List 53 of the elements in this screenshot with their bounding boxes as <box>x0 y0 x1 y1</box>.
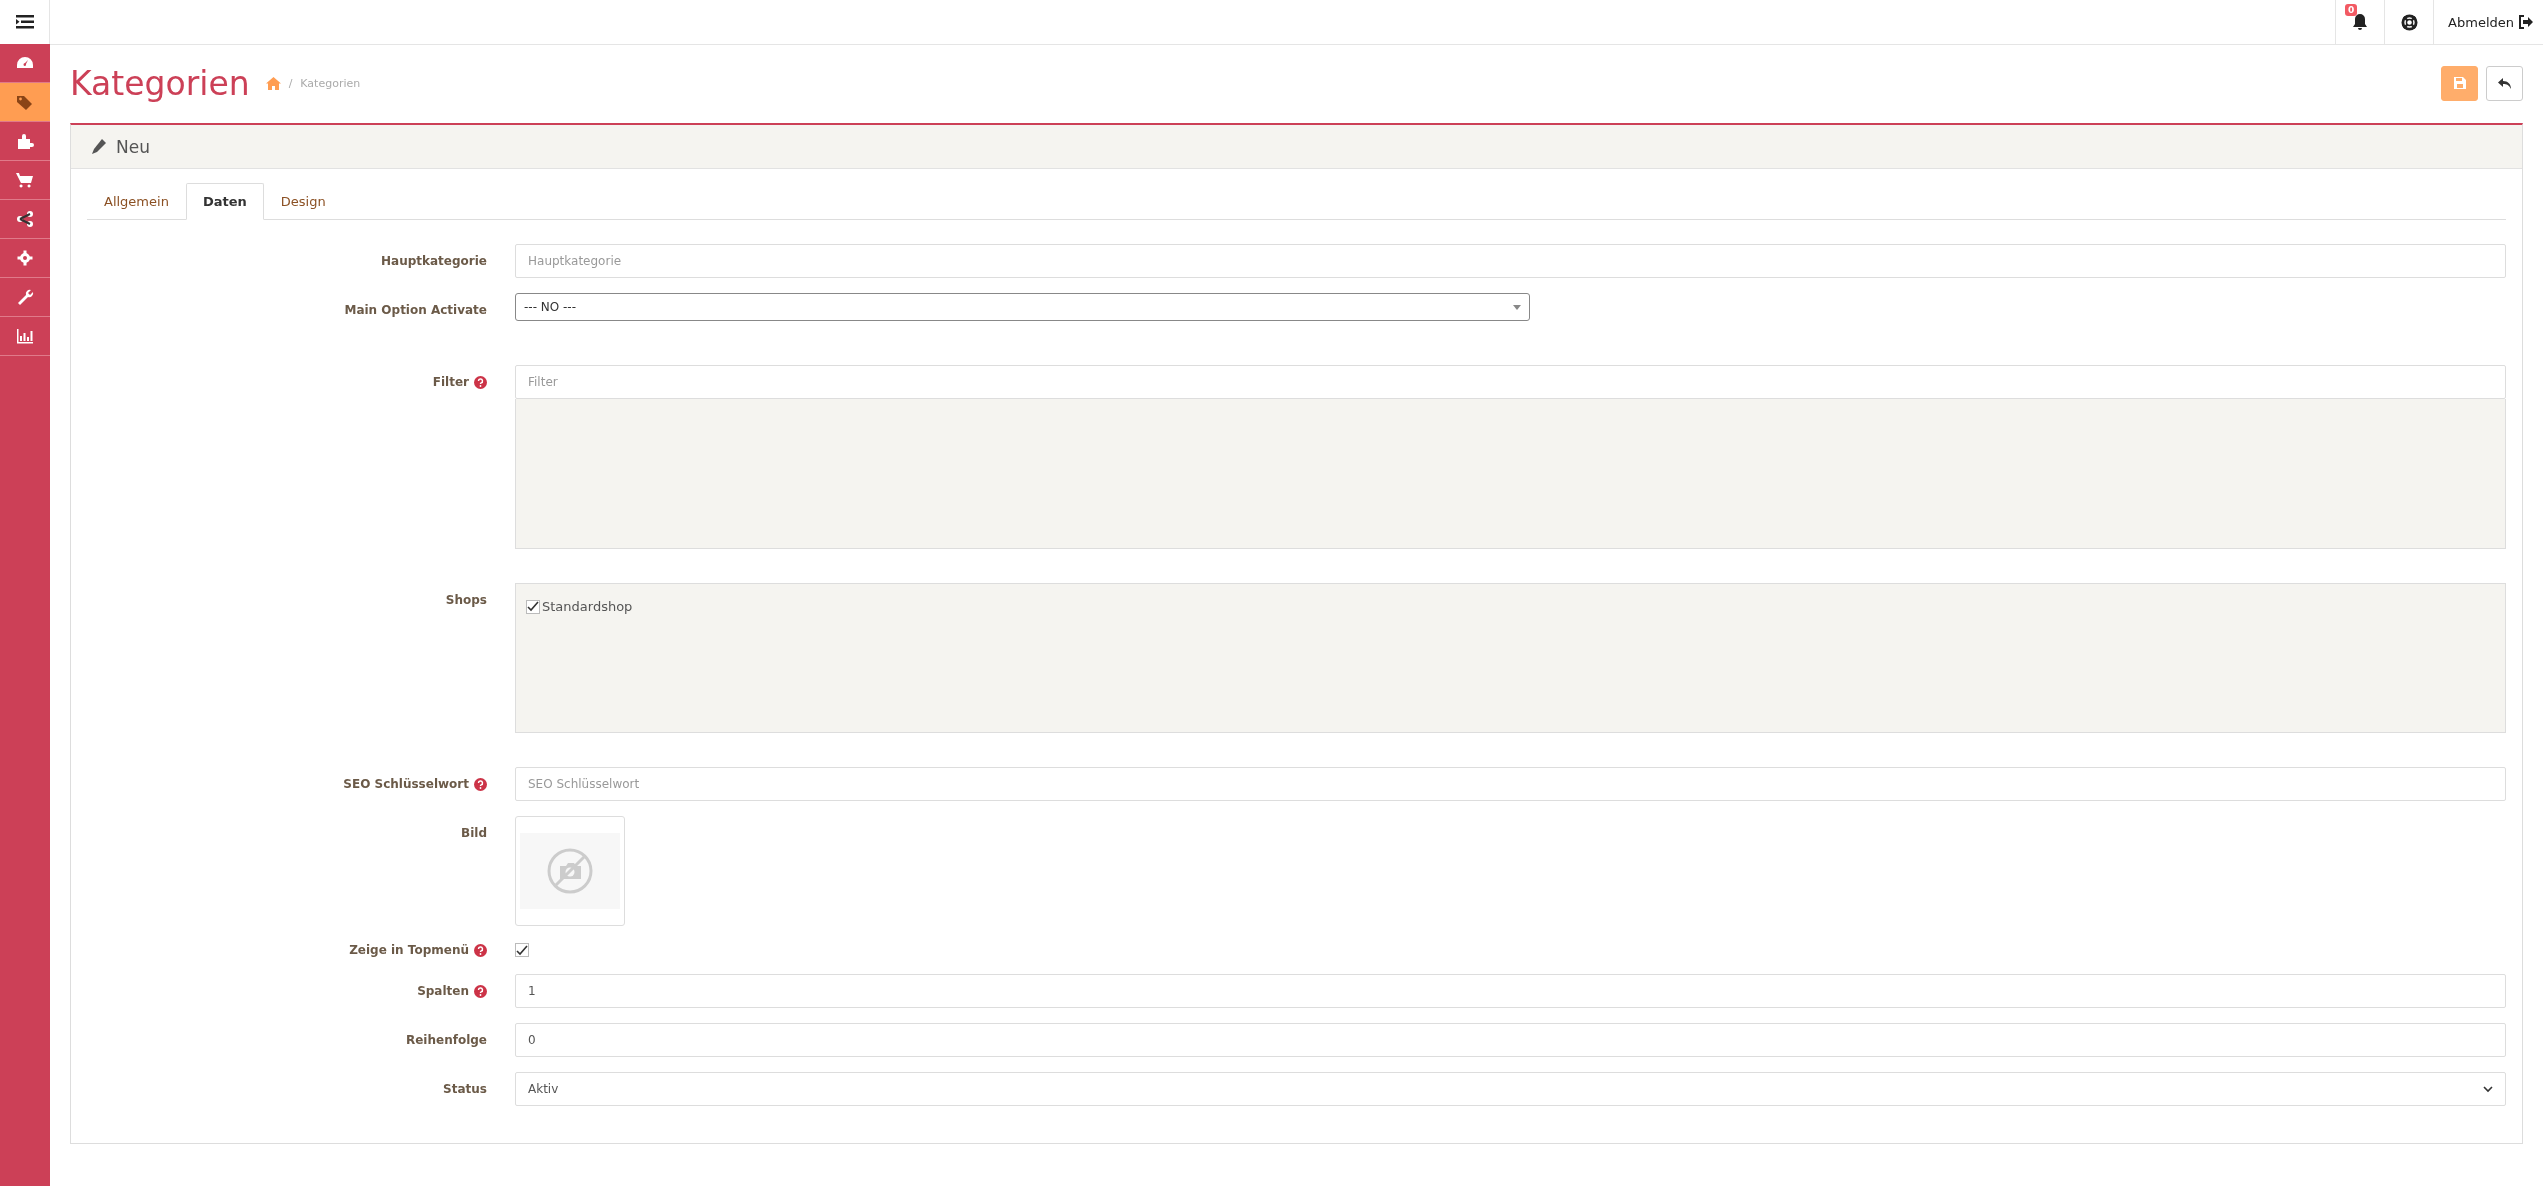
help-icon[interactable] <box>474 984 487 998</box>
page-title: Kategorien <box>70 63 250 103</box>
chevron-icon <box>2483 1085 2493 1093</box>
field-label: Hauptkategorie <box>381 254 487 268</box>
sidebar-item[interactable] <box>0 83 50 122</box>
dashboard-icon <box>16 55 34 71</box>
field-label: Reihenfolge <box>405 1033 487 1047</box>
help-icon[interactable] <box>474 375 487 389</box>
help-icon[interactable] <box>474 777 487 791</box>
field-label: Shops <box>445 593 487 607</box>
pencil-icon <box>91 139 106 154</box>
wrench-icon <box>16 289 34 305</box>
breadcrumb-item: Kategorien <box>300 76 361 90</box>
filter-field[interactable]: Filter <box>515 365 2506 399</box>
field-label: Filter <box>432 375 469 389</box>
help-icon[interactable] <box>474 943 487 957</box>
tags-icon <box>16 94 34 110</box>
text-field[interactable]: 0 <box>515 1023 2506 1057</box>
tab[interactable]: Allgemein <box>87 183 186 220</box>
back-button[interactable] <box>2486 65 2523 101</box>
checkbox[interactable] <box>526 599 540 614</box>
field-label: SEO Schlüsselwort <box>343 777 469 791</box>
field-label: Status <box>443 1082 487 1096</box>
settings-icon <box>16 250 34 266</box>
field-label: Bild <box>461 826 487 840</box>
tab[interactable]: Design <box>263 183 343 220</box>
bar-chart-icon <box>16 328 34 344</box>
logout-link[interactable]: Abmelden <box>2448 14 2514 30</box>
floppy-icon <box>2453 77 2466 89</box>
no-photo-icon <box>546 847 594 895</box>
status-select[interactable]: Aktiv <box>515 1072 2506 1106</box>
bell-icon[interactable] <box>2352 13 2369 31</box>
field-label: Main Option Activate <box>344 303 487 317</box>
breadcrumb-separator: / <box>288 76 293 90</box>
text-field[interactable]: Hauptkategorie <box>515 244 2506 278</box>
text-field[interactable]: SEO Schlüsselwort <box>515 767 2506 801</box>
reply-arrow-icon <box>2498 77 2511 89</box>
lifebuoy-icon[interactable] <box>2400 13 2418 31</box>
field-label: Spalten <box>417 984 469 998</box>
menu-icon[interactable] <box>15 15 34 29</box>
dropdown[interactable]: --- NO --- <box>515 293 1530 321</box>
panel-title: Neu <box>116 136 150 157</box>
cart-icon <box>16 172 34 188</box>
checkbox[interactable] <box>515 943 529 957</box>
puzzle-icon <box>16 133 34 149</box>
tab[interactable]: Daten <box>185 183 264 220</box>
option-label: Standardshop <box>542 599 633 614</box>
notification-badge: 0 <box>2345 4 2358 16</box>
sign-out-icon <box>2518 15 2533 29</box>
text-field[interactable]: 1 <box>515 974 2506 1008</box>
share-icon <box>16 211 34 227</box>
caret-icon <box>1513 304 1521 310</box>
field-label: Zeige in Topmenü <box>349 943 469 957</box>
